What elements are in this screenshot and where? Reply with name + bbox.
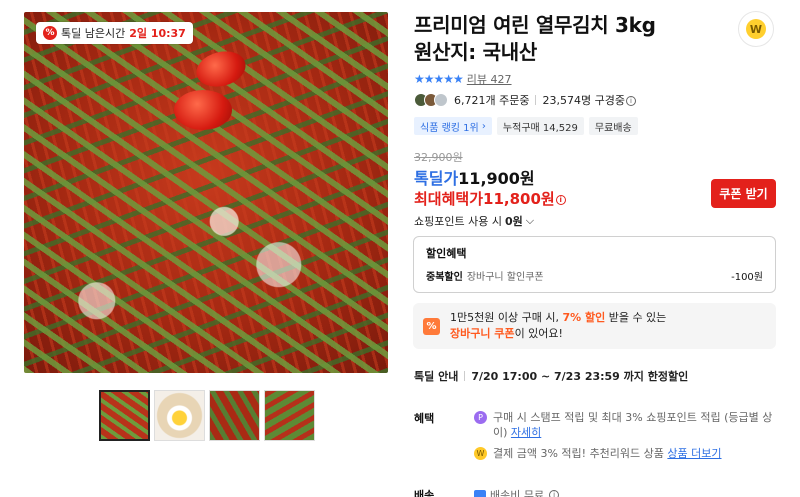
discount-amount: -100원 xyxy=(731,272,763,283)
max-price-value: 11,800원 xyxy=(483,190,555,208)
promo-text: 1만5천원 이상 구매 시, 7% 할인 받을 수 있는 장바구니 쿠폰이 있어… xyxy=(450,311,667,340)
product-title: 프리미엄 여린 열무김치 3kg 원산지: 국내산 xyxy=(414,12,656,66)
reward-button[interactable]: W xyxy=(738,11,774,47)
shipping-label: 배송 xyxy=(414,489,435,497)
more-products-link[interactable]: 상품 더보기 xyxy=(667,447,721,460)
buyer-avatars xyxy=(414,93,448,107)
deal-price-value: 11,900원 xyxy=(458,169,535,188)
deal-timer-badge: % 톡딜 남은시간 2일 10:37 xyxy=(36,22,193,44)
deal-price-label: 톡딜가 xyxy=(414,169,459,188)
truck-icon xyxy=(474,490,486,497)
product-main-image[interactable] xyxy=(24,12,388,373)
viewers-count: 23,574명 구경중 i xyxy=(542,92,636,108)
thumbnail-strip xyxy=(99,390,315,441)
benefit-list: P 구매 시 스탬프 적립 및 최대 3% 쇼핑포인트 적립 (등급별 상이) … xyxy=(474,410,774,461)
thumbnail-1[interactable] xyxy=(99,390,150,441)
chili-decoration xyxy=(192,46,250,92)
schedule-value: 7/20 17:00 ~ 7/23 23:59 까지 한정할인 xyxy=(471,370,689,383)
chevron-down-icon: ⌵ xyxy=(525,214,535,227)
avatar xyxy=(434,93,448,107)
info-icon[interactable]: i xyxy=(625,96,636,106)
badge-row: 식품 랭킹 1위 › 누적구매 14,529 무료배송 xyxy=(414,117,638,135)
thumbnail-4[interactable] xyxy=(264,390,315,441)
point-usage-toggle[interactable]: 쇼핑포인트 사용 시 0원 ⌵ xyxy=(414,213,534,229)
chili-decoration xyxy=(174,90,232,130)
divider xyxy=(464,371,466,381)
get-coupon-button[interactable]: 쿠폰 받기 xyxy=(711,179,776,208)
coupon-percent-icon: % xyxy=(423,317,440,335)
discount-desc: 장바구니 할인쿠폰 xyxy=(466,272,544,283)
rating-row: ★★★★★ 리뷰 427 xyxy=(414,71,512,87)
info-icon[interactable]: i xyxy=(549,490,560,497)
free-shipping-badge: 무료배송 xyxy=(588,117,638,135)
benefit-label: 혜택 xyxy=(414,412,435,425)
original-price: 32,900원 xyxy=(414,151,463,164)
social-proof-row: 6,721개 주문중 23,574명 구경중 i xyxy=(414,92,636,108)
orders-count: 6,721개 주문중 xyxy=(454,94,530,107)
reward-coin-icon: W xyxy=(746,19,766,39)
discount-type: 중복할인 xyxy=(426,272,463,283)
discount-row: 중복할인 장바구니 할인쿠폰 -100원 xyxy=(426,268,763,283)
coin-icon: W xyxy=(474,447,487,460)
max-price-label: 최대혜택가 xyxy=(414,190,484,208)
max-benefit-price: 최대혜택가11,800원 i xyxy=(414,188,566,209)
benefit-item: W 결제 금액 3% 적립! 추천리워드 상품 상품 더보기 xyxy=(474,446,774,461)
deal-price: 톡딜가11,900원 xyxy=(414,165,535,189)
product-title-line1: 프리미엄 여린 열무김치 3kg xyxy=(414,13,656,37)
rating-stars: ★★★★★ xyxy=(414,72,464,86)
shipping-value: 배송비 무료 i xyxy=(474,487,560,497)
info-icon[interactable]: i xyxy=(555,194,566,205)
divider xyxy=(535,95,537,105)
percent-icon: % xyxy=(43,26,57,40)
thumbnail-2[interactable] xyxy=(154,390,205,441)
deal-schedule: 톡딜 안내 7/20 17:00 ~ 7/23 23:59 까지 한정할인 xyxy=(414,368,688,384)
thumbnail-3[interactable] xyxy=(209,390,260,441)
details-link[interactable]: 자세히 xyxy=(511,426,541,439)
point-value: 0원 xyxy=(504,215,523,228)
discount-title: 할인혜택 xyxy=(426,247,467,260)
cart-coupon-promo[interactable]: % 1만5천원 이상 구매 시, 7% 할인 받을 수 있는 장바구니 쿠폰이 … xyxy=(413,303,776,349)
timer-label: 톡딜 남은시간 xyxy=(61,27,126,40)
review-count-link[interactable]: 리뷰 427 xyxy=(467,71,512,87)
schedule-label: 톡딜 안내 xyxy=(414,370,459,383)
ranking-badge[interactable]: 식품 랭킹 1위 › xyxy=(414,117,492,135)
point-icon: P xyxy=(474,411,487,424)
product-title-line2: 원산지: 국내산 xyxy=(414,40,537,64)
cumulative-badge: 누적구매 14,529 xyxy=(496,117,584,135)
discount-panel: 할인혜택 중복할인 장바구니 할인쿠폰 -100원 xyxy=(413,236,776,293)
point-label: 쇼핑포인트 사용 시 xyxy=(414,215,502,228)
timer-value: 2일 10:37 xyxy=(129,27,186,40)
benefit-item: P 구매 시 스탬프 적립 및 최대 3% 쇼핑포인트 적립 (등급별 상이) … xyxy=(474,410,774,440)
